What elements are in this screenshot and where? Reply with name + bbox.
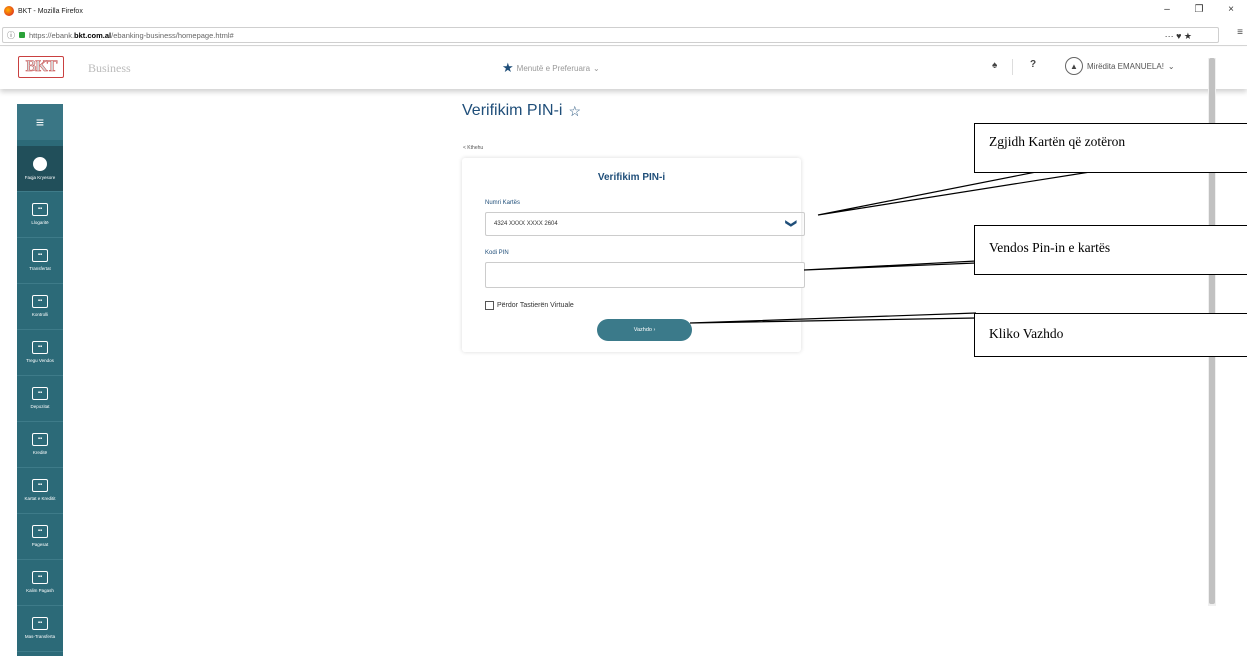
card-number-label: Numri Kartës <box>485 200 521 206</box>
deposit-icon: ▪▪ <box>32 387 48 400</box>
favorites-label: Menutë e Preferuara <box>516 63 591 73</box>
divider <box>1012 59 1013 75</box>
page-actions-icons[interactable]: ··· ♥ ★ <box>1165 28 1192 44</box>
callout-enter-pin-text: Vendos Pin-in e kartës <box>989 240 1111 255</box>
home-icon <box>33 157 47 171</box>
sidebar-item-credit-cards[interactable]: ▪▪ Kartat e Kreditit <box>17 468 63 514</box>
pin-input[interactable] <box>485 262 805 288</box>
payroll-icon: ▪▪ <box>32 571 48 584</box>
virtual-keyboard-option[interactable]: Përdor Tastierën Virtuale <box>485 301 574 310</box>
card-title: Verifikim PIN-i <box>597 172 666 183</box>
star-icon: ★ <box>502 60 514 75</box>
sidebar-item-credits[interactable]: ▪▪ Kreditë <box>17 422 63 468</box>
callout-enter-pin: Vendos Pin-in e kartës <box>974 225 1247 275</box>
info-icon[interactable]: ⓘ <box>7 30 15 41</box>
app-header: BKT Business ★ Menutë e Preferuara ⌄ ♠ ?… <box>0 47 1247 89</box>
accounts-icon: ▪▪ <box>32 203 48 216</box>
pin-label: Kodi PIN <box>485 250 509 256</box>
control-icon: ▪▪ <box>32 295 48 308</box>
payment-icon: ▪▪ <box>32 525 48 538</box>
window-title: BKT - Mozilla Firefox <box>18 7 83 15</box>
url-field[interactable]: ⓘ https://ebank.bkt.com.al/ebanking-busi… <box>2 27 1219 43</box>
favorite-star-icon[interactable]: ☆ <box>568 103 581 120</box>
sidebar-menu-icon[interactable]: ≡ <box>17 104 63 140</box>
favorites-menu[interactable]: ★ Menutë e Preferuara ⌄ <box>502 60 600 76</box>
sidebar-item-label: Llogaritë <box>31 220 49 225</box>
chevron-down-icon: ⌄ <box>593 63 600 73</box>
url-text: https://ebank.bkt.com.al/ebanking-busine… <box>29 30 234 40</box>
card-icon: ▪▪ <box>32 479 48 492</box>
back-link[interactable]: < Kthehu <box>463 145 483 151</box>
sidebar-item-accounts[interactable]: ▪▪ Llogaritë <box>17 192 63 238</box>
sidebar-item-label: Mas-Transferta <box>24 634 56 639</box>
mass-transfer-icon: ▪▪ <box>32 617 48 630</box>
sidebar-item-label: Kartat e Kreditit <box>24 496 56 501</box>
user-avatar-icon: ▲ <box>1065 57 1083 75</box>
bell-icon[interactable]: ♠ <box>992 60 997 71</box>
market-icon: ▪▪ <box>32 341 48 354</box>
lock-icon <box>19 32 25 38</box>
minimize-button[interactable]: – <box>1151 0 1183 22</box>
close-button[interactable]: × <box>1215 0 1247 22</box>
page-title: Verifikim PIN-i ☆ <box>462 102 581 120</box>
user-greeting: Mirëdita EMANUELA! <box>1087 61 1164 71</box>
chevron-down-icon: ⌄ <box>1167 61 1175 71</box>
sidebar: ≡ Faqja Kryesore ▪▪ Llogaritë ▪▪ Transfe… <box>17 104 63 656</box>
user-menu[interactable]: ▲ Mirëdita EMANUELA! ⌄ <box>1065 57 1175 75</box>
address-bar: ⓘ https://ebank.bkt.com.al/ebanking-busi… <box>0 26 1247 46</box>
sidebar-item-label: Kontrolli <box>31 312 49 317</box>
sidebar-item-home[interactable]: Faqja Kryesore <box>17 146 63 192</box>
sidebar-item-mass-transfer[interactable]: ▪▪ Mas-Transferta <box>17 606 63 652</box>
chevron-down-icon: ❯ <box>784 218 797 229</box>
arrow-enter-pin <box>803 260 977 271</box>
sidebar-item-label: Pagesat <box>31 542 49 547</box>
credit-icon: ▪▪ <box>32 433 48 446</box>
hamburger-menu-icon[interactable]: ≡ <box>1237 27 1243 38</box>
sidebar-item-label: Kreditë <box>32 450 48 455</box>
virtual-keyboard-checkbox[interactable] <box>485 301 494 310</box>
firefox-icon <box>4 6 14 16</box>
sidebar-item-payroll[interactable]: ▪▪ Kalim Pagash <box>17 560 63 606</box>
page-title-text: Verifikim PIN-i <box>462 102 563 119</box>
callout-select-card: Zgjidh Kartën që zotëron <box>974 123 1247 173</box>
callout-select-card-text: Zgjidh Kartën që zotëron <box>989 134 1126 149</box>
card-number-value: 4324 XXXX XXXX 2604 <box>494 221 558 227</box>
card-number-select[interactable]: 4324 XXXX XXXX 2604 ❯ <box>485 212 805 236</box>
sidebar-item-label: Kalim Pagash <box>26 588 54 593</box>
sidebar-item-control[interactable]: ▪▪ Kontrolli <box>17 284 63 330</box>
sidebar-item-label: Depozitat <box>30 404 50 409</box>
sidebar-item-market[interactable]: ▪▪ Tregu Vendos <box>17 330 63 376</box>
business-label: Business <box>88 61 131 75</box>
sidebar-item-label: Tregu Vendos <box>26 358 54 363</box>
window-controls: – ❐ × <box>1151 0 1247 22</box>
transfer-icon: ▪▪ <box>32 249 48 262</box>
arrow-select-card <box>817 171 1091 216</box>
sidebar-item-transfers[interactable]: ▪▪ Transfertat <box>17 238 63 284</box>
sidebar-item-deposits[interactable]: ▪▪ Depozitat <box>17 376 63 422</box>
pin-verification-card: Verifikim PIN-i Numri Kartës 4324 XXXX X… <box>462 158 805 352</box>
sidebar-item-payments[interactable]: ▪▪ Pagesat <box>17 514 63 560</box>
continue-button[interactable]: Vazhdo › <box>597 319 692 341</box>
virtual-keyboard-label: Përdor Tastierën Virtuale <box>497 302 574 309</box>
browser-titlebar: BKT - Mozilla Firefox – ❐ × <box>0 0 1247 22</box>
bkt-logo[interactable]: BKT <box>18 56 64 78</box>
callout-click-continue: Kliko Vazhdo <box>974 313 1247 357</box>
sidebar-item-label: Faqja Kryesore <box>24 175 56 180</box>
help-button[interactable]: ? <box>1030 59 1036 70</box>
restore-button[interactable]: ❐ <box>1183 0 1215 22</box>
sidebar-item-label: Transfertat <box>29 266 51 271</box>
callout-click-continue-text: Kliko Vazhdo <box>989 326 1064 341</box>
